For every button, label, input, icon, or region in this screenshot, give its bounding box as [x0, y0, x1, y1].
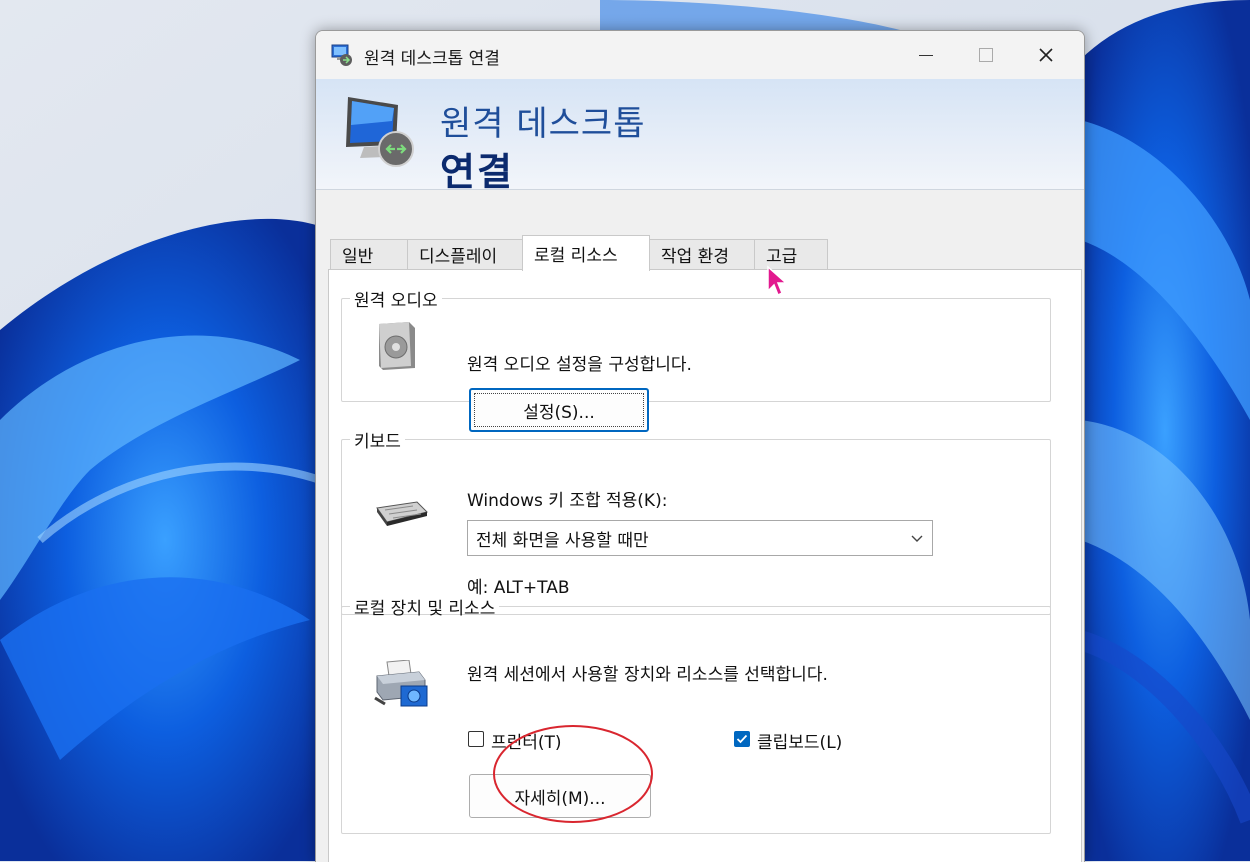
annotation-ellipse [493, 725, 653, 823]
speaker-icon [379, 322, 415, 370]
keyboard-combo-value: 전체 화면을 사용할 때만 [476, 530, 649, 551]
monitor-connect-icon [346, 97, 414, 167]
chevron-down-icon [911, 535, 923, 542]
window-title: 원격 데스크톱 연결 [364, 49, 500, 69]
tab-experience[interactable]: 작업 환경 [649, 239, 755, 269]
group-remote-audio-legend: 원격 오디오 [354, 291, 438, 311]
tab-display[interactable]: 디스플레이 [407, 239, 523, 269]
tab-panel-local-resources: 원격 오디오 원격 오디오 설정을 구성합니다. 설정(S)... 키보드 Wi… [328, 269, 1082, 862]
group-keyboard-legend: 키보드 [354, 432, 401, 452]
tab-general[interactable]: 일반 [330, 239, 408, 269]
title-bar[interactable]: 원격 데스크톱 연결 [316, 31, 1084, 79]
maximize-button[interactable] [956, 31, 1016, 79]
printer-checkbox[interactable] [468, 731, 484, 747]
audio-description: 원격 오디오 설정을 구성합니다. [467, 355, 692, 375]
keyboard-icon [376, 501, 428, 526]
header-banner: 원격 데스크톱 연결 [316, 79, 1084, 194]
banner-title-line1: 원격 데스크톱 [440, 104, 646, 144]
remote-desktop-icon [331, 44, 352, 66]
close-icon [1039, 48, 1053, 62]
close-button[interactable] [1016, 31, 1076, 79]
audio-settings-button[interactable]: 설정(S)... [469, 388, 649, 432]
mouse-cursor-icon [767, 265, 788, 297]
devices-description: 원격 세션에서 사용할 장치와 리소스를 선택합니다. [467, 665, 828, 685]
check-icon [736, 734, 748, 744]
clipboard-label[interactable]: 클립보드(L) [757, 728, 842, 753]
maximize-icon [979, 48, 993, 62]
group-local-devices-legend: 로컬 장치 및 리소스 [354, 599, 496, 619]
group-remote-audio: 원격 오디오 [341, 286, 1051, 402]
minimize-icon [919, 54, 933, 56]
printer-devices-icon [374, 660, 428, 707]
rdp-window: 원격 데스크톱 연결 원격 데스크톱 연결 일반 디스플레이 로컬 리소스 작업… [315, 30, 1085, 862]
banner-title-line2: 연결 [440, 150, 514, 194]
keyboard-combo-label: Windows 키 조합 적용(K): [467, 491, 668, 511]
tab-local-resources[interactable]: 로컬 리소스 [522, 235, 650, 271]
clipboard-checkbox[interactable] [734, 731, 750, 747]
keyboard-combo-select[interactable]: 전체 화면을 사용할 때만 [467, 520, 933, 556]
minimize-button[interactable] [896, 31, 956, 79]
group-local-devices: 로컬 장치 및 리소스 [341, 594, 1051, 834]
